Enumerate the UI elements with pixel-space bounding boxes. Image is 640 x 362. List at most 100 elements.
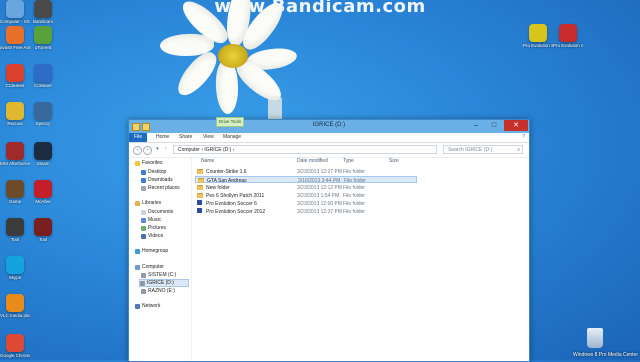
folder-icon: [198, 178, 204, 183]
nav-drive-c[interactable]: SISTEM (C:): [141, 272, 176, 278]
nav-downloads[interactable]: Downloads: [141, 177, 173, 183]
pictures-icon: [141, 225, 146, 231]
star-icon: [135, 160, 140, 166]
column-header-size[interactable]: Size: [389, 158, 399, 164]
nav-homegroup[interactable]: Homegroup: [135, 248, 168, 254]
libraries-icon: [135, 200, 140, 206]
network-icon: [135, 303, 140, 309]
downloads-icon: [141, 177, 146, 183]
maximize-button[interactable]: □: [485, 120, 503, 131]
desktop-icon-ccleaner2[interactable]: Ccleaner: [28, 64, 58, 89]
recuva-icon: [6, 102, 24, 120]
close-button[interactable]: ✕: [504, 120, 528, 131]
steam-icon: [34, 142, 52, 160]
wallpaper-flower: [150, 0, 310, 130]
desktop-icon-tool2[interactable]: Tool: [28, 218, 58, 243]
desktop-icon-pes[interactable]: Pro Evolution Soccer: [523, 24, 553, 49]
address-bar[interactable]: Computer › IGRICE (D:) ›: [173, 145, 437, 154]
column-header-name[interactable]: Name: [201, 158, 214, 164]
search-placeholder: Search IGRICE (D:): [448, 147, 493, 153]
mcafee-icon: [34, 180, 52, 198]
desktop-icon-avast[interactable]: avast! Free Antivirus: [0, 26, 30, 51]
desktop-icon-chrome[interactable]: Google Chrome: [0, 334, 30, 359]
tab-share[interactable]: Share: [179, 134, 192, 140]
nav-videos[interactable]: Videos: [141, 233, 163, 239]
msi-icon: [6, 142, 24, 160]
up-arrow-icon[interactable]: ↑: [162, 146, 169, 153]
back-arrow-icon[interactable]: ‹: [133, 146, 142, 155]
desktop-icon-computer[interactable]: Computer - Shortcut: [0, 0, 30, 25]
nav-desktop[interactable]: Desktop: [141, 169, 166, 175]
pes-icon: [529, 24, 547, 42]
nav-documents[interactable]: Documents: [141, 209, 173, 215]
tab-view[interactable]: View: [203, 134, 214, 140]
minimize-button[interactable]: –: [467, 120, 485, 131]
forward-arrow-icon[interactable]: ›: [143, 146, 152, 155]
nav-libraries[interactable]: Libraries: [135, 200, 161, 206]
tab-manage[interactable]: Manage: [223, 134, 241, 140]
nav-pictures[interactable]: Pictures: [141, 225, 166, 231]
ribbon-tabs: File Home Share View Manage ?: [129, 133, 529, 143]
application-icon: [197, 200, 202, 205]
skype-icon: [6, 256, 24, 274]
nav-music[interactable]: Music: [141, 217, 161, 223]
nav-computer[interactable]: Computer: [135, 264, 164, 270]
column-header-date[interactable]: Date modified: [297, 158, 328, 164]
search-icon[interactable]: ⌕: [517, 146, 520, 155]
nav-favorites[interactable]: Favorites: [135, 160, 163, 166]
nav-recent-places[interactable]: Recent places: [141, 185, 180, 191]
desktop-icon-utorrent[interactable]: uTorrent: [28, 26, 58, 51]
ccleaner-alt-icon: [34, 64, 52, 82]
drive-icon: [141, 288, 146, 294]
recycle-bin-icon[interactable]: [587, 328, 603, 348]
drive-icon: [140, 280, 145, 286]
desktop-icon-speccy[interactable]: Speccy: [28, 102, 58, 127]
desktop-icon-msi[interactable]: MSI Afterburner: [0, 142, 30, 167]
documents-icon: [141, 209, 146, 215]
desktop-icon-game[interactable]: Game: [0, 180, 30, 205]
recent-dropdown-icon[interactable]: ▾: [154, 146, 161, 153]
tab-file[interactable]: File: [129, 133, 147, 142]
desktop-icon-steam[interactable]: Steam: [28, 142, 58, 167]
nav-drive-e[interactable]: RAZNO (E:): [141, 288, 175, 294]
file-row[interactable]: Pro Evolution Soccer 6 3/23/2013 12:00 P…: [195, 200, 417, 207]
desktop-icon-bandicam[interactable]: Bandicam: [28, 0, 58, 25]
file-row[interactable]: Pro Evolution Soccer 2012 3/23/2013 12:3…: [195, 208, 417, 215]
os-edition-text: Windows 8 Pro Media Center: [572, 352, 638, 358]
desktop-icon-skype[interactable]: Skype: [0, 256, 30, 281]
desktop-icon-pes2[interactable]: Pro Evolution Soccer: [553, 24, 583, 49]
explorer-window: Drive Tools IGRICE (D:) – □ ✕ File Home …: [128, 117, 530, 362]
game-icon: [6, 180, 24, 198]
file-list: Name Date modified Type Size Counter-Str…: [195, 158, 529, 361]
navigation-pane: Favorites Desktop Downloads Recent place…: [129, 158, 192, 361]
file-row[interactable]: Counter-Strike 1.6 3/23/2013 12:27 PM Fi…: [195, 168, 417, 175]
homegroup-icon: [135, 248, 140, 254]
desktop-icon-recuva[interactable]: Recuva: [0, 102, 30, 127]
desktop-icon-ccleaner[interactable]: CCleaner: [0, 64, 30, 89]
folder-icon: [197, 193, 203, 198]
ccleaner-icon: [6, 64, 24, 82]
drive-icon: [141, 272, 146, 278]
computer-icon: [6, 0, 24, 18]
nav-drive-d[interactable]: IGRICE (D:): [139, 279, 189, 287]
column-header-type[interactable]: Type: [343, 158, 354, 164]
file-row[interactable]: New folder 3/23/2013 12:12 PM File folde…: [195, 184, 417, 191]
file-row[interactable]: GTA San Andreas 3/16/2013 3:44 PM File f…: [195, 176, 417, 184]
desktop-icon: [141, 169, 146, 175]
tool-icon: [6, 218, 24, 236]
search-input[interactable]: Search IGRICE (D:) ⌕: [443, 145, 523, 154]
pes-alt-icon: [559, 24, 577, 42]
nav-network[interactable]: Network: [135, 303, 160, 309]
speccy-icon: [34, 102, 52, 120]
avast-icon: [6, 26, 24, 44]
application-icon: [197, 208, 202, 213]
computer-icon: [135, 264, 140, 270]
title-bar[interactable]: Drive Tools IGRICE (D:) – □ ✕: [129, 117, 529, 133]
desktop-icon-vlc[interactable]: VLC media player: [0, 294, 30, 319]
desktop-icon-mcafee[interactable]: McAfee: [28, 180, 58, 205]
address-toolbar: ‹ › ▾ ↑ Computer › IGRICE (D:) › Search …: [129, 143, 529, 158]
tab-home[interactable]: Home: [156, 134, 169, 140]
help-icon[interactable]: ?: [522, 134, 525, 140]
desktop-icon-tool[interactable]: Tool: [0, 218, 30, 243]
file-row[interactable]: Pes 6 Shollym Patch 2011 3/23/2013 1:54 …: [195, 192, 417, 199]
